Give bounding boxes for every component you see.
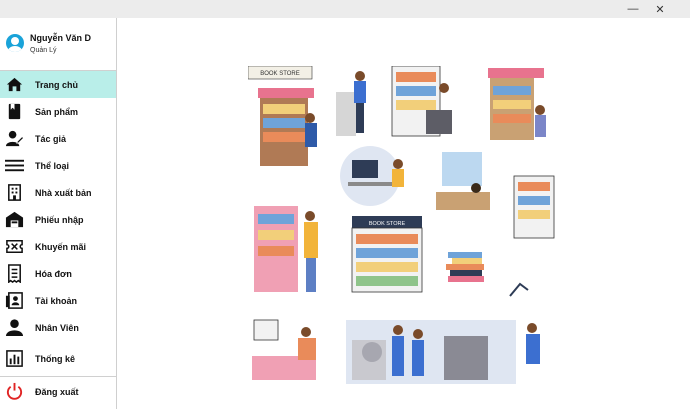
sidebar-item-the-loai[interactable]: Thể loại xyxy=(0,152,116,179)
sidebar-item-san-pham[interactable]: Sản phẩm xyxy=(0,98,116,125)
sidebar-item-hoa-don[interactable]: Hóa đơn xyxy=(0,260,116,287)
sidebar-item-nha-xuat-ban[interactable]: Nhà xuất bản xyxy=(0,179,116,206)
sidebar: Nguyễn Văn D Quản Lý Trang chủ Sản phẩm … xyxy=(0,18,117,409)
sidebar-item-label: Nhà xuất bản xyxy=(35,187,92,198)
sidebar-item-label: Tác giả xyxy=(35,133,67,144)
book-stall-top-right xyxy=(488,68,546,140)
receipt-icon xyxy=(8,264,21,283)
user-name: Nguyễn Văn D xyxy=(30,33,92,43)
user-panel: Nguyễn Văn D Quản Lý xyxy=(0,18,116,70)
publisher-icon xyxy=(8,184,21,201)
sidebar-item-tai-khoan[interactable]: Tài khoản xyxy=(0,287,116,314)
store-sign-text: BOOK STORE xyxy=(369,221,406,227)
account-book-icon xyxy=(5,292,23,309)
sidebar-item-phieu-nhap[interactable]: Phiếu nhập xyxy=(0,206,116,233)
sidebar-item-label: Hóa đơn xyxy=(35,268,72,279)
sofa-reading-scene xyxy=(436,152,555,239)
ticket-icon xyxy=(6,240,23,253)
sidebar-item-thong-ke[interactable]: Thống kê xyxy=(0,345,116,372)
power-icon xyxy=(6,382,23,400)
close-button[interactable]: ✕ xyxy=(647,1,673,17)
reader-on-chair xyxy=(252,319,316,380)
sidebar-item-label: Thể loại xyxy=(35,160,70,171)
menu-lines-icon xyxy=(5,159,24,172)
employee-icon xyxy=(5,319,24,337)
book-stack xyxy=(446,252,529,297)
sidebar-item-label: Thống kê xyxy=(35,353,75,364)
sidebar-item-khuyen-mai[interactable]: Khuyến mãi xyxy=(0,233,116,260)
printing-press-scene xyxy=(346,320,540,384)
title-bar: — ✕ xyxy=(0,0,690,18)
sidebar-item-label: Khuyến mãi xyxy=(35,241,87,252)
bookstore-illustration: BOOK STORE BOOK STORE xyxy=(248,66,555,384)
divider xyxy=(0,376,116,377)
shopper-with-stand xyxy=(336,71,366,136)
sidebar-item-label: Phiếu nhập xyxy=(35,214,84,225)
sidebar-item-label: Nhân Viên xyxy=(35,322,79,333)
home-icon xyxy=(6,77,23,92)
shelf-with-shopper xyxy=(254,206,318,292)
stats-icon xyxy=(6,350,23,367)
sidebar-item-tac-gia[interactable]: Tác giả xyxy=(0,125,116,152)
minimize-button[interactable]: — xyxy=(620,1,646,17)
user-role: Quản Lý xyxy=(30,47,57,54)
book-stall-top-left: BOOK STORE xyxy=(248,66,317,166)
book-icon xyxy=(8,103,21,120)
sidebar-item-nhan-vien[interactable]: Nhân Viên xyxy=(0,314,116,341)
user-circle-icon xyxy=(6,34,24,52)
sidebar-item-label: Sản phẩm xyxy=(35,106,79,117)
app-window: — ✕ Nguyễn Văn D Quản Lý Trang chủ Sản p… xyxy=(0,0,690,409)
main-content: BOOK STORE BOOK STORE xyxy=(118,18,690,409)
store-sign-text: BOOK STORE xyxy=(260,71,300,77)
logout-label: Đăng xuất xyxy=(35,386,79,397)
author-icon xyxy=(5,130,24,147)
sidebar-item-label: Trang chủ xyxy=(35,79,79,90)
warehouse-icon xyxy=(5,211,24,228)
book-stall-center: BOOK STORE xyxy=(351,216,423,293)
logout-button[interactable]: Đăng xuất xyxy=(0,378,116,405)
sidebar-item-trang-chu[interactable]: Trang chủ xyxy=(0,71,116,98)
reading-chair-scene xyxy=(391,66,452,137)
computer-desk-scene xyxy=(340,146,404,206)
sidebar-item-label: Tài khoản xyxy=(35,295,78,306)
